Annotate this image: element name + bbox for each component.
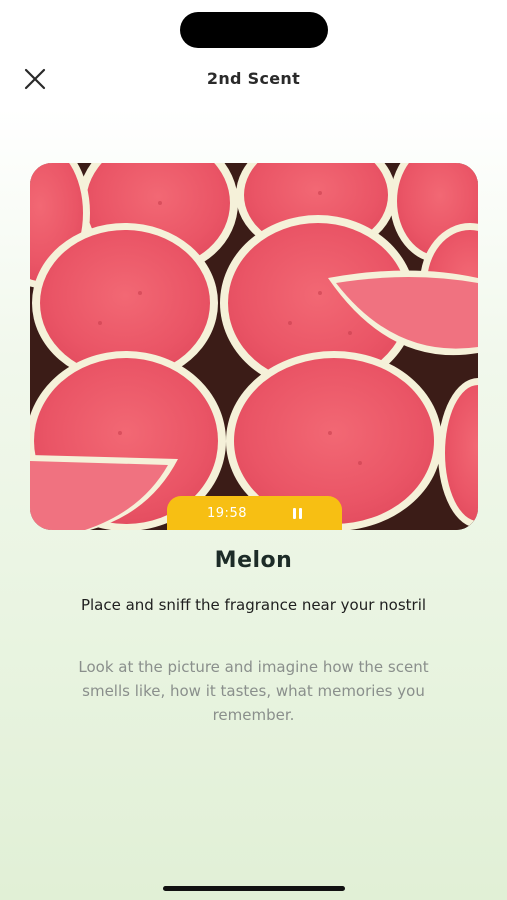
- scent-image: [30, 163, 478, 530]
- page-title: 2nd Scent: [206, 69, 301, 88]
- timer-control: 19:58: [167, 496, 342, 530]
- scent-description: Look at the picture and imagine how the …: [78, 658, 429, 724]
- scent-name: Melon: [214, 548, 293, 573]
- home-indicator[interactable]: [163, 886, 345, 891]
- dynamic-island: [180, 12, 328, 48]
- top-bar: 2nd Scent: [0, 60, 507, 100]
- pause-icon[interactable]: [292, 507, 302, 519]
- scent-instruction: Place and sniff the fragrance near your …: [80, 596, 427, 614]
- timer-text: 19:58: [207, 505, 247, 521]
